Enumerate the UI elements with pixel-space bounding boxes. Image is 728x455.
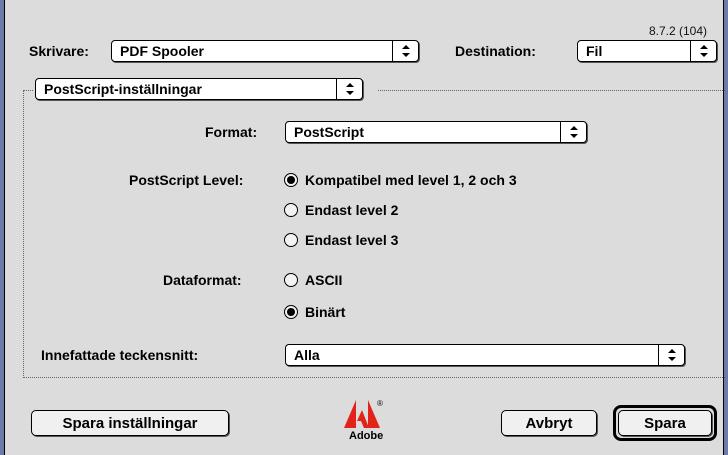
destination-value: Fil: [586, 43, 603, 59]
radio-button[interactable]: [284, 233, 298, 247]
popup-arrows-icon: [336, 79, 362, 99]
cancel-button[interactable]: Avbryt: [501, 410, 597, 436]
popup-arrows-icon: [560, 122, 586, 142]
dataformat-label: Dataformat:: [163, 272, 242, 288]
radio-level-compatible[interactable]: Kompatibel med level 1, 2 och 3: [284, 170, 517, 190]
format-label: Format:: [205, 124, 258, 140]
section-value: PostScript-inställningar: [44, 81, 202, 97]
print-dialog: 8.7.2 (104) Skrivare: PDF Spooler Destin…: [4, 0, 725, 455]
radio-label: ASCII: [305, 272, 343, 288]
radio-button[interactable]: [284, 173, 298, 187]
printer-label: Skrivare:: [29, 43, 89, 59]
destination-label: Destination:: [455, 43, 536, 59]
radio-button[interactable]: [284, 203, 298, 217]
printer-value: PDF Spooler: [120, 43, 205, 59]
radio-button[interactable]: [284, 305, 298, 319]
popup-arrows-icon: [392, 41, 418, 61]
destination-popup[interactable]: Fil: [577, 40, 717, 62]
printer-popup[interactable]: PDF Spooler: [111, 40, 419, 62]
popup-arrows-icon: [658, 345, 684, 365]
adobe-logo-text: Adobe: [349, 430, 384, 442]
save-button[interactable]: Spara: [618, 410, 712, 436]
postscript-level-label: PostScript Level:: [129, 172, 244, 188]
section-popup[interactable]: PostScript-inställningar: [35, 78, 363, 100]
radio-button[interactable]: [284, 273, 298, 287]
radio-binary[interactable]: Binärt: [284, 302, 345, 322]
popup-arrows-icon: [690, 41, 716, 61]
embedded-fonts-popup[interactable]: Alla: [285, 344, 685, 366]
embedded-fonts-label: Innefattade teckensnitt:: [41, 347, 199, 363]
radio-level-2[interactable]: Endast level 2: [284, 200, 398, 220]
save-settings-button[interactable]: Spara inställningar: [31, 410, 229, 436]
format-popup[interactable]: PostScript: [285, 121, 587, 143]
radio-level-3[interactable]: Endast level 3: [284, 230, 398, 250]
registered-mark: ®: [377, 399, 383, 408]
radio-label: Binärt: [305, 304, 346, 320]
format-value: PostScript: [294, 124, 365, 140]
version-label: 8.7.2 (104): [648, 24, 707, 38]
radio-label: Endast level 2: [305, 202, 399, 218]
radio-label: Kompatibel med level 1, 2 och 3: [305, 172, 517, 188]
embedded-fonts-value: Alla: [294, 347, 320, 363]
radio-label: Endast level 3: [305, 232, 399, 248]
radio-ascii[interactable]: ASCII: [284, 270, 342, 290]
